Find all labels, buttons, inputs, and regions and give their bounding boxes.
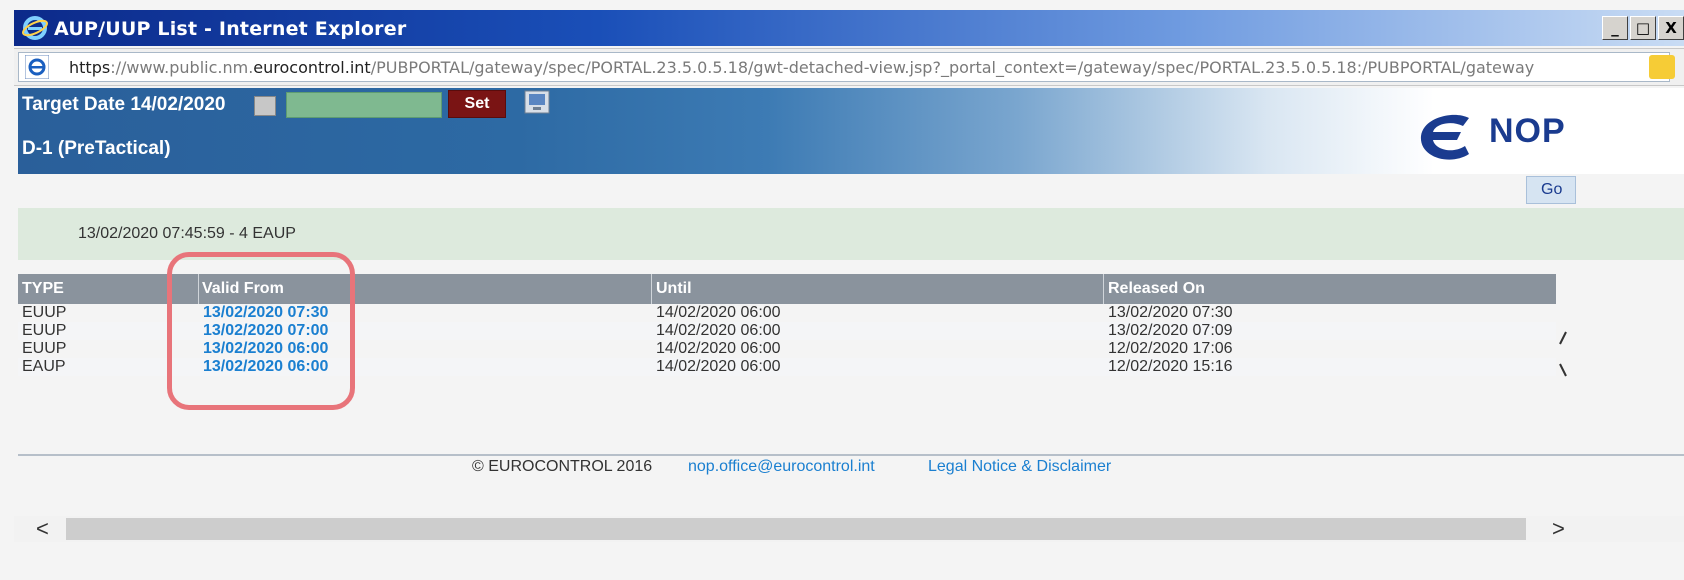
column-released-on[interactable]: Released On — [1108, 280, 1205, 298]
cell-until: 14/02/2020 06:00 — [656, 358, 781, 375]
cell-until: 14/02/2020 06:00 — [656, 340, 781, 357]
cell-released-on: 13/02/2020 07:09 — [1108, 322, 1233, 339]
page-header: Target Date 14/02/2020 Set D-1 (PreTacti… — [18, 88, 1684, 174]
legal-notice-link[interactable]: Legal Notice & Disclaimer — [928, 458, 1111, 476]
info-text: 13/02/2020 07:45:59 - 4 EAUP — [78, 225, 296, 242]
monitor-icon[interactable] — [524, 90, 550, 114]
footer-divider — [18, 454, 1684, 456]
column-until[interactable]: Until — [656, 280, 692, 298]
nop-logo-text: NOP — [1489, 112, 1566, 150]
cell-released-on: 13/02/2020 07:30 — [1108, 304, 1233, 321]
cell-type: EAUP — [22, 358, 66, 375]
address-bar: https://www.public.nm.eurocontrol.int/PU… — [14, 48, 1684, 86]
browser-window: AUP/UUP List - Internet Explorer _ □ X h… — [0, 0, 1684, 580]
scrollbar-thumb[interactable] — [66, 518, 1526, 540]
target-date-label: Target Date 14/02/2020 — [22, 94, 226, 115]
horizontal-scrollbar[interactable]: < > — [14, 516, 1684, 542]
scroll-left-arrow-icon[interactable]: < — [36, 516, 49, 542]
internet-explorer-icon — [22, 16, 48, 40]
scroll-right-arrow-icon[interactable]: > — [1552, 516, 1565, 542]
column-divider — [651, 274, 652, 304]
url-text: https://www.public.nm.eurocontrol.int/PU… — [69, 58, 1634, 77]
cell-type: EUUP — [22, 304, 67, 321]
url-protocol: https — [69, 58, 111, 77]
cell-type: EUUP — [22, 340, 67, 357]
vertical-scroll-arrows-icon[interactable] — [1556, 308, 1572, 400]
url-prefix: ://www.public.nm. — [110, 58, 254, 77]
cell-until: 14/02/2020 06:00 — [656, 304, 781, 321]
set-button[interactable]: Set — [448, 90, 506, 118]
copyright-text: © EUROCONTROL 2016 — [472, 458, 653, 475]
column-divider — [1103, 274, 1104, 304]
go-button[interactable]: Go — [1526, 176, 1576, 204]
minimize-button[interactable]: _ — [1602, 16, 1628, 40]
lock-icon[interactable] — [1649, 55, 1675, 79]
cell-type: EUUP — [22, 322, 67, 339]
url-path: /PUBPORTAL/gateway/spec/PORTAL.23.5.0.5.… — [370, 58, 1535, 77]
calendar-icon[interactable] — [254, 96, 276, 116]
cell-until: 14/02/2020 06:00 — [656, 322, 781, 339]
email-link[interactable]: nop.office@eurocontrol.int — [688, 458, 875, 476]
window-title: AUP/UUP List - Internet Explorer — [54, 18, 407, 40]
close-button[interactable]: X — [1658, 16, 1684, 40]
title-bar: AUP/UUP List - Internet Explorer _ □ X — [14, 10, 1684, 46]
window-controls: _ □ X — [1602, 16, 1684, 40]
footer: © EUROCONTROL 2016 nop.office@eurocontro… — [0, 458, 1684, 478]
valid-from-highlight-annotation — [167, 252, 355, 410]
site-ie-icon — [25, 55, 49, 79]
column-type[interactable]: TYPE — [22, 280, 64, 298]
cell-released-on: 12/02/2020 17:06 — [1108, 340, 1233, 357]
maximize-button[interactable]: □ — [1630, 16, 1656, 40]
eurocontrol-logo-icon — [1420, 114, 1469, 160]
date-input[interactable] — [286, 92, 442, 118]
url-domain: eurocontrol.int — [253, 58, 371, 77]
url-field[interactable]: https://www.public.nm.eurocontrol.int/PU… — [18, 52, 1675, 82]
cell-released-on: 12/02/2020 15:16 — [1108, 358, 1233, 375]
phase-label: D-1 (PreTactical) — [22, 138, 171, 159]
nop-logo: NOP — [1413, 108, 1583, 168]
